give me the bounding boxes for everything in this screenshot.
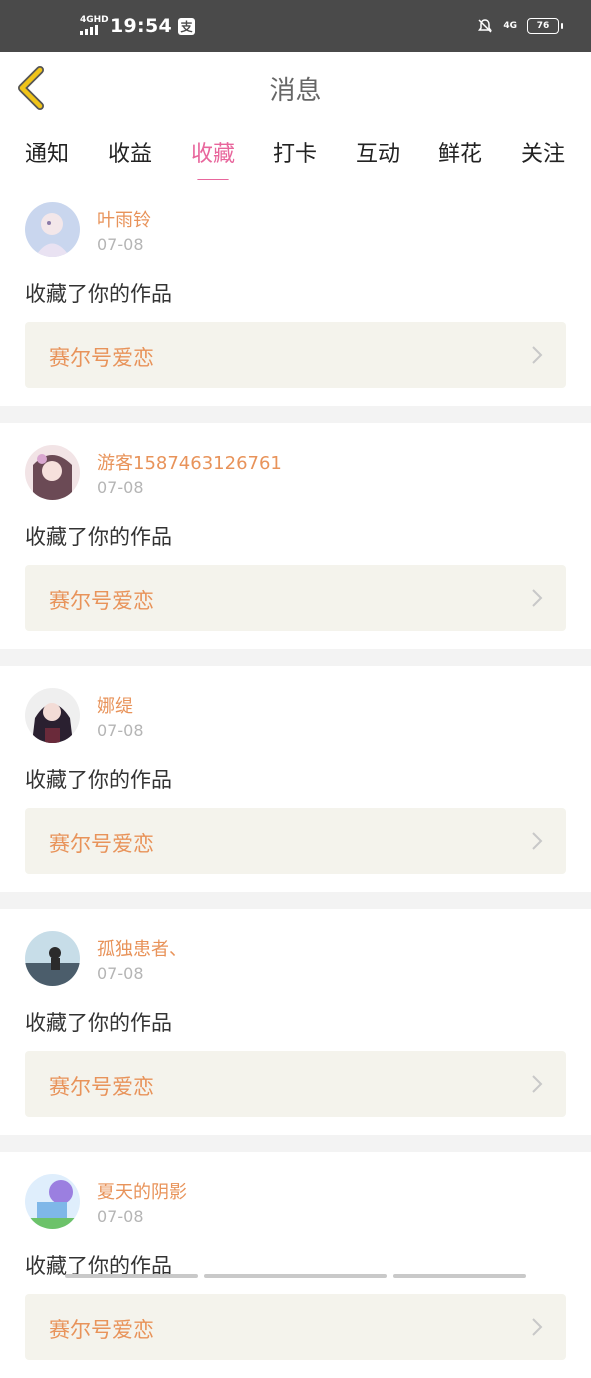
tab-notifications[interactable]: 通知	[12, 136, 82, 168]
chevron-right-icon	[532, 832, 543, 850]
chevron-right-icon	[532, 1075, 543, 1093]
list-item: 游客1587463126761 07-08 收藏了你的作品 赛尔号爱恋	[0, 423, 591, 649]
tab-following[interactable]: 关注	[508, 136, 578, 168]
username[interactable]: 孤独患者、	[97, 935, 187, 961]
tab-interactions[interactable]: 互动	[343, 136, 413, 168]
username[interactable]: 娜缇	[97, 692, 133, 718]
avatar[interactable]	[25, 445, 80, 500]
chevron-right-icon	[532, 346, 543, 364]
work-title: 赛尔号爱恋	[49, 1318, 154, 1342]
timestamp: 07-08	[97, 1207, 144, 1226]
work-title: 赛尔号爱恋	[49, 1075, 154, 1099]
action-text: 收藏了你的作品	[25, 768, 172, 792]
divider	[0, 892, 591, 909]
status-right: 4G 76	[477, 18, 563, 34]
timestamp: 07-08	[97, 721, 144, 740]
divider	[0, 649, 591, 666]
work-title: 赛尔号爱恋	[49, 346, 154, 370]
avatar[interactable]	[25, 688, 80, 743]
tab-flowers[interactable]: 鲜花	[425, 136, 495, 168]
work-title: 赛尔号爱恋	[49, 832, 154, 856]
list-item: 娜缇 07-08 收藏了你的作品 赛尔号爱恋	[0, 666, 591, 892]
avatar[interactable]	[25, 931, 80, 986]
alipay-notification-icon: 支	[177, 17, 195, 35]
list-item: 叶雨铃 07-08 收藏了你的作品 赛尔号爱恋	[0, 180, 591, 406]
chevron-right-icon	[532, 1318, 543, 1336]
action-text: 收藏了你的作品	[25, 1011, 172, 1035]
mute-bell-icon	[478, 19, 493, 33]
status-bar: 4GHD 19:54 支 4G 76	[0, 0, 591, 52]
clock: 19:54	[110, 15, 172, 37]
tab-favorites[interactable]: 收藏	[178, 136, 248, 182]
work-link-card[interactable]: 赛尔号爱恋	[25, 565, 566, 631]
divider	[0, 1135, 591, 1152]
list-item: 夏天的阴影 07-08 收藏了你的作品 赛尔号爱恋	[0, 1152, 591, 1378]
message-list: 叶雨铃 07-08 收藏了你的作品 赛尔号爱恋 游客1587463126761 …	[0, 180, 591, 1378]
username[interactable]: 夏天的阴影	[97, 1178, 187, 1204]
timestamp: 07-08	[97, 478, 144, 497]
gesture-bar	[65, 1274, 526, 1278]
work-link-card[interactable]: 赛尔号爱恋	[25, 1051, 566, 1117]
battery-icon: 76	[527, 18, 563, 34]
tab-checkin[interactable]: 打卡	[260, 136, 330, 168]
status-left: 4GHD 19:54 支	[80, 15, 195, 37]
work-link-card[interactable]: 赛尔号爱恋	[25, 808, 566, 874]
username[interactable]: 游客1587463126761	[97, 449, 282, 475]
work-link-card[interactable]: 赛尔号爱恋	[25, 322, 566, 388]
username[interactable]: 叶雨铃	[97, 206, 151, 232]
timestamp: 07-08	[97, 964, 144, 983]
tab-earnings[interactable]: 收益	[95, 136, 165, 168]
timestamp: 07-08	[97, 235, 144, 254]
avatar[interactable]	[25, 1174, 80, 1229]
action-text: 收藏了你的作品	[25, 525, 172, 549]
chevron-right-icon	[532, 589, 543, 607]
tab-bar: 通知 收益 收藏 打卡 互动 鲜花 关注	[0, 124, 591, 182]
work-title: 赛尔号爱恋	[49, 589, 154, 613]
page-title: 消息	[269, 76, 322, 106]
divider	[0, 406, 591, 423]
nav-bar: 消息	[0, 52, 591, 125]
network-type-label: 4GHD	[80, 15, 109, 25]
network-4g-label: 4G	[503, 20, 517, 31]
signal-icon: 4GHD	[80, 16, 109, 36]
work-link-card[interactable]: 赛尔号爱恋	[25, 1294, 566, 1360]
action-text: 收藏了你的作品	[25, 282, 172, 306]
battery-level: 76	[536, 21, 550, 31]
avatar[interactable]	[25, 202, 80, 257]
list-item: 孤独患者、 07-08 收藏了你的作品 赛尔号爱恋	[0, 909, 591, 1135]
